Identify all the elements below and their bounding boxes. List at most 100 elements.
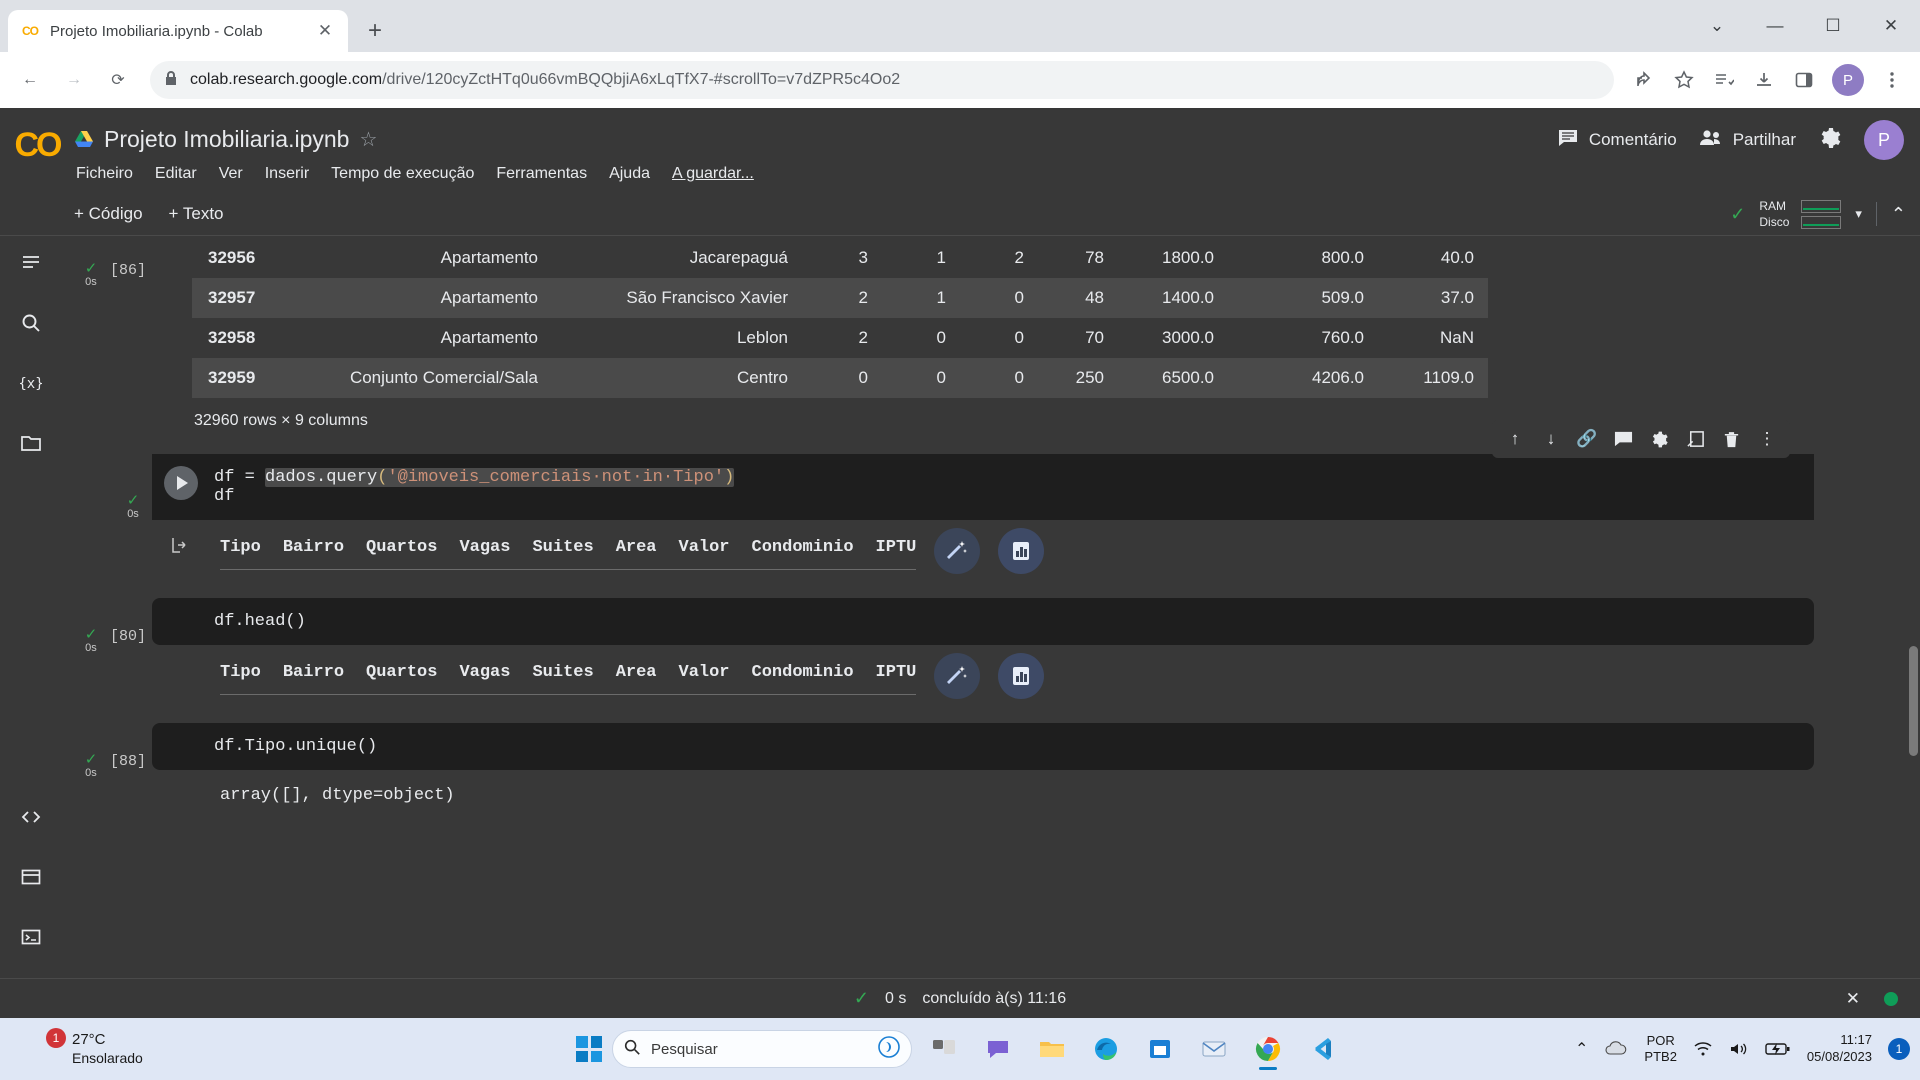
files-icon[interactable] [14, 426, 48, 460]
address-bar[interactable]: colab.research.google.com/drive/120cyZct… [150, 61, 1614, 99]
notification-badge[interactable]: 1 [1888, 1038, 1910, 1060]
table-row[interactable]: 32956 Apartamento Jacarepaguá 3 1 2 78 1… [192, 238, 1488, 278]
weather-text: 27°C Ensolarado [72, 1031, 143, 1067]
row-index: 32956 [208, 248, 256, 267]
browser-tab[interactable]: CO Projeto Imobiliaria.ipynb - Colab ✕ [8, 10, 348, 52]
edge-icon[interactable] [1084, 1027, 1128, 1071]
table-of-contents-icon[interactable] [14, 246, 48, 280]
table-row[interactable]: 32957 Apartamento São Francisco Xavier 2… [192, 278, 1488, 318]
reload-button[interactable]: ⟳ [98, 60, 138, 100]
move-cell-up-icon[interactable]: ↑ [1500, 424, 1530, 454]
close-window-button[interactable]: ✕ [1862, 0, 1920, 52]
link-icon[interactable]: 🔗 [1572, 424, 1602, 454]
chevron-down-icon[interactable]: ▾ [1855, 206, 1862, 222]
column-header-bairro: Bairro [282, 663, 345, 682]
resource-indicator[interactable]: ✓ RAM Disco ▾ ⌃ [1730, 192, 1906, 236]
tab-search-chevron-icon[interactable]: ⌄ [1688, 0, 1746, 52]
table-row[interactable]: 32958 Apartamento Leblon 2 0 0 70 3000.0… [192, 318, 1488, 358]
scrollbar-track[interactable] [1908, 236, 1918, 978]
language-indicator[interactable]: POR PTB2 [1644, 1033, 1677, 1066]
menu-ver[interactable]: Ver [219, 165, 243, 183]
menu-editar[interactable]: Editar [155, 165, 197, 183]
notebook-scroll-area[interactable]: ✓ 0s [86] 32956 Apartamento Jacarepaguá … [62, 236, 1920, 978]
chrome-icon[interactable] [1246, 1027, 1290, 1071]
reading-list-icon[interactable] [1706, 62, 1742, 98]
menu-ajuda[interactable]: Ajuda [609, 165, 650, 183]
back-button[interactable]: ← [10, 60, 50, 100]
disk-label: Disco [1759, 215, 1790, 229]
column-header-tipo: Tipo [220, 538, 261, 557]
chart-bars-icon[interactable] [998, 528, 1045, 574]
menu-ficheiro[interactable]: Ficheiro [76, 165, 133, 183]
close-tab-icon[interactable]: ✕ [314, 21, 336, 41]
settings-button[interactable] [1818, 126, 1842, 155]
menu-inserir[interactable]: Inserir [265, 165, 309, 183]
chart-bars-icon[interactable] [998, 653, 1045, 699]
menu-ferramentas[interactable]: Ferramentas [496, 165, 587, 183]
menu-tempo-de-execucao[interactable]: Tempo de execução [331, 165, 474, 183]
taskbar-clock[interactable]: 11:17 05/08/2023 [1807, 1032, 1872, 1066]
speaker-icon[interactable] [1729, 1041, 1749, 1057]
comment-button[interactable]: Comentário [1557, 127, 1677, 154]
share-icon[interactable] [1626, 62, 1662, 98]
saving-status[interactable]: A guardar... [672, 165, 754, 183]
chat-icon[interactable] [976, 1027, 1020, 1071]
code-editor[interactable]: df.head() [152, 598, 1814, 645]
bookmark-star-icon[interactable] [1666, 62, 1702, 98]
star-icon[interactable]: ☆ [359, 127, 377, 152]
windows-logo-icon[interactable] [576, 1036, 602, 1062]
forward-button[interactable]: → [54, 60, 94, 100]
comment-icon[interactable] [1608, 424, 1638, 454]
add-code-cell-button[interactable]: + Código [74, 204, 143, 224]
settings-icon[interactable] [1644, 424, 1674, 454]
copilot-icon[interactable] [877, 1035, 901, 1064]
share-button[interactable]: Partilhar [1699, 128, 1796, 153]
battery-charging-icon[interactable] [1765, 1041, 1791, 1057]
mail-icon[interactable] [1192, 1027, 1236, 1071]
success-check-icon: ✓ [126, 492, 140, 509]
taskbar-search-box[interactable]: Pesquisar [612, 1030, 912, 1068]
code-editor[interactable]: df.Tipo.unique() [152, 723, 1814, 770]
weather-widget[interactable]: 1 27°C Ensolarado [12, 1028, 143, 1067]
variables-icon[interactable]: {x} [14, 366, 48, 400]
task-view-icon[interactable] [922, 1027, 966, 1071]
notebook-title[interactable]: Projeto Imobiliaria.ipynb [104, 126, 349, 153]
more-vertical-icon[interactable]: ⋮ [1752, 424, 1782, 454]
downloads-icon[interactable] [1746, 62, 1782, 98]
magic-wand-icon[interactable] [934, 653, 981, 699]
colab-toolbar: + Código + Texto ✓ RAM Disco ▾ ⌃ [0, 192, 1920, 236]
vscode-icon[interactable] [1300, 1027, 1344, 1071]
browser-profile-avatar[interactable]: P [1832, 64, 1864, 96]
execution-time: 0s [85, 276, 97, 288]
cell-gutter: ✓ 0s [88] [62, 749, 154, 779]
mirror-cell-icon[interactable] [1680, 424, 1710, 454]
microsoft-store-icon[interactable] [1138, 1027, 1182, 1071]
delete-cell-icon[interactable] [1716, 424, 1746, 454]
code-editor[interactable]: ↑ ↓ 🔗 ⋮ df = dados.query('@imoveis_comer… [152, 420, 1814, 520]
terminal-panel-icon[interactable] [14, 860, 48, 894]
sidepanel-icon[interactable] [1786, 62, 1822, 98]
add-text-cell-button[interactable]: + Texto [169, 204, 224, 224]
colab-logo[interactable]: CO [0, 108, 74, 165]
run-cell-button[interactable] [164, 466, 198, 500]
minimize-button[interactable]: — [1746, 0, 1804, 52]
table-row[interactable]: 32959 Conjunto Comercial/Sala Centro 0 0… [192, 358, 1488, 398]
cell-condominio: 800.0 [1321, 248, 1364, 267]
user-avatar[interactable]: P [1864, 120, 1904, 160]
magic-wand-icon[interactable] [934, 528, 981, 574]
maximize-button[interactable]: ☐ [1804, 0, 1862, 52]
new-tab-button[interactable]: + [358, 14, 392, 48]
close-status-icon[interactable]: ✕ [1846, 989, 1860, 1009]
more-vertical-icon[interactable] [1874, 62, 1910, 98]
terminal-icon[interactable] [14, 920, 48, 954]
file-explorer-icon[interactable] [1030, 1027, 1074, 1071]
collapse-toolbar-icon[interactable]: ⌃ [1891, 204, 1906, 225]
wifi-icon[interactable] [1693, 1041, 1713, 1057]
scrollbar-thumb[interactable] [1909, 646, 1918, 756]
tray-overflow-chevron-icon[interactable]: ⌃ [1575, 1039, 1588, 1059]
cloud-icon[interactable] [1604, 1040, 1628, 1058]
search-icon[interactable] [14, 306, 48, 340]
code-snippets-icon[interactable] [14, 800, 48, 834]
cell-vagas: 1 [936, 288, 946, 307]
move-cell-down-icon[interactable]: ↓ [1536, 424, 1566, 454]
